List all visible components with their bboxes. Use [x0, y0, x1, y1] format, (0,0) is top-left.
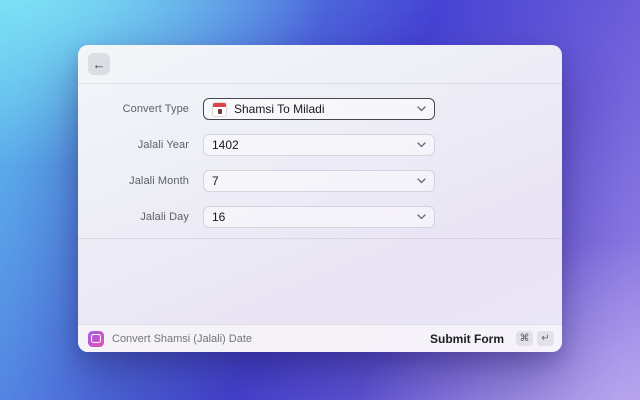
jalali-day-label: Jalali Day	[140, 211, 189, 223]
jalali-day-select[interactable]: 16	[203, 206, 435, 228]
arrow-left-icon: ←	[92, 56, 106, 72]
jalali-year-select[interactable]: 1402	[203, 134, 435, 156]
submit-form-button[interactable]: Submit Form	[430, 332, 504, 346]
form-row-jalali-day: Jalali Day 16	[78, 206, 562, 228]
action-bar: Convert Shamsi (Jalali) Date Submit Form…	[78, 324, 562, 352]
jalali-month-select[interactable]: 7	[203, 170, 435, 192]
command-title: Convert Shamsi (Jalali) Date	[112, 332, 252, 345]
converter-window: ← Convert Type Shamsi To Miladi Jalali Y…	[78, 45, 562, 352]
convert-type-select[interactable]: Shamsi To Miladi	[203, 98, 435, 120]
jalali-year-label: Jalali Year	[137, 139, 189, 151]
chevron-down-icon	[417, 142, 426, 148]
chevron-down-icon	[417, 106, 426, 112]
form-row-jalali-month: Jalali Month 7	[78, 170, 562, 192]
window-header: ←	[78, 45, 562, 84]
jalali-month-value: 7	[212, 174, 219, 188]
jalali-year-value: 1402	[212, 138, 239, 152]
empty-content-area	[78, 239, 562, 324]
jalali-day-value: 16	[212, 210, 226, 224]
convert-type-value: Shamsi To Miladi	[234, 102, 325, 116]
form-row-jalali-year: Jalali Year 1402	[78, 134, 562, 156]
extension-logo-icon	[88, 330, 104, 347]
back-button[interactable]: ←	[88, 53, 110, 75]
jalali-month-label: Jalali Month	[129, 175, 189, 187]
command-key-icon[interactable]: ⌘	[516, 331, 533, 346]
convert-form: Convert Type Shamsi To Miladi Jalali Yea…	[78, 84, 562, 239]
form-row-convert-type: Convert Type Shamsi To Miladi	[78, 98, 562, 120]
chevron-down-icon	[417, 214, 426, 220]
convert-type-label: Convert Type	[122, 103, 189, 115]
chevron-down-icon	[417, 178, 426, 184]
calendar-emoji-icon	[212, 101, 227, 117]
return-key-icon[interactable]: ↵	[537, 331, 554, 346]
